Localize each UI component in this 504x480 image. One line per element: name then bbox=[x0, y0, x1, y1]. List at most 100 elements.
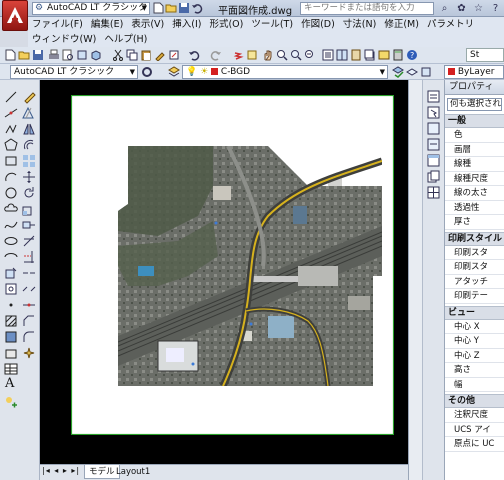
move-icon[interactable] bbox=[22, 170, 36, 184]
array-icon[interactable] bbox=[22, 154, 36, 168]
match-properties-icon[interactable] bbox=[154, 49, 166, 61]
markup-set-icon[interactable] bbox=[378, 49, 390, 61]
polyline-icon[interactable] bbox=[4, 122, 18, 136]
quickcalc-icon[interactable] bbox=[392, 49, 404, 61]
prop-row[interactable]: 線種尺度 bbox=[445, 172, 504, 186]
pickadd-toggle-icon[interactable] bbox=[427, 122, 440, 135]
3d-dwf-icon[interactable] bbox=[90, 49, 102, 61]
polygon-icon[interactable] bbox=[4, 138, 18, 152]
prop-row[interactable]: 透過性 bbox=[445, 201, 504, 215]
quick-select-icon[interactable] bbox=[427, 90, 440, 103]
drawing-area[interactable] bbox=[40, 80, 408, 464]
spline-icon[interactable] bbox=[4, 218, 18, 232]
application-menu-button[interactable] bbox=[2, 0, 28, 31]
select-objects-icon[interactable] bbox=[427, 106, 440, 119]
pan-realtime-icon[interactable] bbox=[232, 49, 244, 61]
ellipse-icon[interactable] bbox=[4, 234, 18, 248]
prop-row[interactable]: 高さ bbox=[445, 363, 504, 378]
prop-row[interactable]: 厚さ bbox=[445, 215, 504, 230]
layer-combo[interactable]: 💡 ☀ C-BGD ▼ bbox=[182, 65, 388, 79]
add-selected-icon[interactable] bbox=[4, 395, 18, 409]
region-icon[interactable] bbox=[4, 346, 18, 360]
help-icon[interactable]: ? bbox=[489, 2, 502, 15]
plot-preview-icon[interactable] bbox=[62, 49, 74, 61]
subscription-icon[interactable]: ✿ bbox=[455, 2, 468, 15]
redo-icon[interactable] bbox=[210, 49, 222, 61]
prop-row[interactable]: 印刷テー bbox=[445, 289, 504, 304]
break-at-point-icon[interactable] bbox=[22, 266, 36, 280]
menu-view[interactable]: 表示(V) bbox=[127, 17, 168, 32]
copy-icon[interactable] bbox=[126, 49, 138, 61]
menu-dimension[interactable]: 寸法(N) bbox=[339, 17, 381, 32]
paste-icon[interactable] bbox=[140, 49, 152, 61]
block-editor-icon[interactable] bbox=[168, 49, 180, 61]
make-current-layer-icon[interactable] bbox=[392, 66, 404, 78]
color-combo[interactable]: ByLayer bbox=[444, 65, 504, 79]
canvas-scrollbar-strip[interactable] bbox=[408, 80, 422, 480]
prop-row[interactable]: アタッチ bbox=[445, 275, 504, 289]
plot-icon[interactable] bbox=[48, 49, 60, 61]
menu-draw[interactable]: 作図(D) bbox=[297, 17, 339, 32]
selection-dropdown[interactable]: 何も選択されて bbox=[447, 98, 502, 111]
extend-icon[interactable] bbox=[22, 250, 36, 264]
menu-help[interactable]: ヘルプ(H) bbox=[100, 32, 151, 47]
menu-tools[interactable]: ツール(T) bbox=[247, 17, 297, 32]
arc-icon[interactable] bbox=[4, 170, 18, 184]
layer-state-icon[interactable] bbox=[420, 66, 432, 78]
sheet-set-icon[interactable] bbox=[364, 49, 376, 61]
workspace-switch-combo[interactable]: ⚙ AutoCAD LT クラシック ▼ bbox=[32, 2, 150, 15]
prop-row[interactable]: 画層 bbox=[445, 143, 504, 157]
undo-icon[interactable] bbox=[188, 49, 200, 61]
menu-parametric[interactable]: パラメトリ bbox=[423, 17, 478, 32]
workspace-combo[interactable]: AutoCAD LT クラシック ▼ bbox=[10, 65, 138, 79]
prop-row[interactable]: 色 bbox=[445, 128, 504, 143]
join-icon[interactable] bbox=[22, 298, 36, 312]
offset-icon[interactable] bbox=[22, 138, 36, 152]
prop-row[interactable]: 注釈尺度 bbox=[445, 408, 504, 423]
prop-row[interactable]: 印刷スタ bbox=[445, 260, 504, 275]
save-icon[interactable] bbox=[178, 2, 190, 14]
ellipse-arc-icon[interactable] bbox=[4, 250, 18, 264]
prop-row[interactable]: UCS アイ bbox=[445, 423, 504, 437]
menu-format[interactable]: 形式(O) bbox=[205, 17, 247, 32]
prop-row[interactable]: 原点に UC bbox=[445, 437, 504, 452]
prop-row[interactable]: 中心 Z bbox=[445, 349, 504, 363]
hatch-icon[interactable] bbox=[4, 314, 18, 328]
open-folder-icon[interactable] bbox=[165, 2, 177, 14]
rotate-icon[interactable] bbox=[22, 186, 36, 200]
break-icon[interactable] bbox=[22, 282, 36, 296]
menu-file[interactable]: ファイル(F) bbox=[28, 17, 87, 32]
pan-hand-icon[interactable] bbox=[262, 49, 274, 61]
revision-cloud-icon[interactable] bbox=[4, 202, 18, 216]
panel-option-icon[interactable] bbox=[427, 138, 440, 151]
menu-edit[interactable]: 編集(E) bbox=[87, 17, 127, 32]
make-block-icon[interactable] bbox=[4, 282, 18, 296]
new-drawing-icon[interactable] bbox=[4, 49, 16, 61]
tab-navigation-arrows[interactable]: |◂ ◂ ▸ ▸| bbox=[42, 466, 80, 475]
menu-window[interactable]: ウィンドウ(W) bbox=[28, 32, 100, 47]
chamfer-icon[interactable] bbox=[22, 314, 36, 328]
prop-row[interactable]: 幅 bbox=[445, 378, 504, 392]
cut-icon[interactable] bbox=[112, 49, 124, 61]
section-plot-style[interactable]: 印刷スタイル bbox=[445, 231, 504, 246]
zoom-realtime-icon[interactable] bbox=[276, 49, 288, 61]
stretch-icon[interactable] bbox=[22, 218, 36, 232]
prop-row[interactable]: 中心 Y bbox=[445, 334, 504, 349]
section-view[interactable]: ビュー bbox=[445, 305, 504, 320]
properties-icon[interactable] bbox=[322, 49, 334, 61]
open-icon[interactable] bbox=[18, 49, 30, 61]
prop-row[interactable]: 中心 X bbox=[445, 320, 504, 334]
copy-object-icon[interactable] bbox=[22, 106, 36, 120]
prop-row[interactable]: 印刷スタ bbox=[445, 246, 504, 260]
tab-layout1[interactable]: Layout1 bbox=[112, 465, 154, 479]
new-file-icon[interactable] bbox=[152, 2, 164, 14]
trim-icon[interactable] bbox=[22, 234, 36, 248]
panel-tiles-icon[interactable] bbox=[427, 186, 440, 199]
search-input[interactable]: キーワードまたは語句を入力 bbox=[300, 2, 434, 15]
markup-icon[interactable] bbox=[246, 49, 258, 61]
gradient-icon[interactable] bbox=[4, 330, 18, 344]
prop-row[interactable]: 線の太さ bbox=[445, 186, 504, 201]
mirror-icon[interactable] bbox=[22, 122, 36, 136]
panel-copy-icon[interactable] bbox=[427, 170, 440, 183]
search-icon[interactable]: ⌕ bbox=[438, 2, 451, 15]
